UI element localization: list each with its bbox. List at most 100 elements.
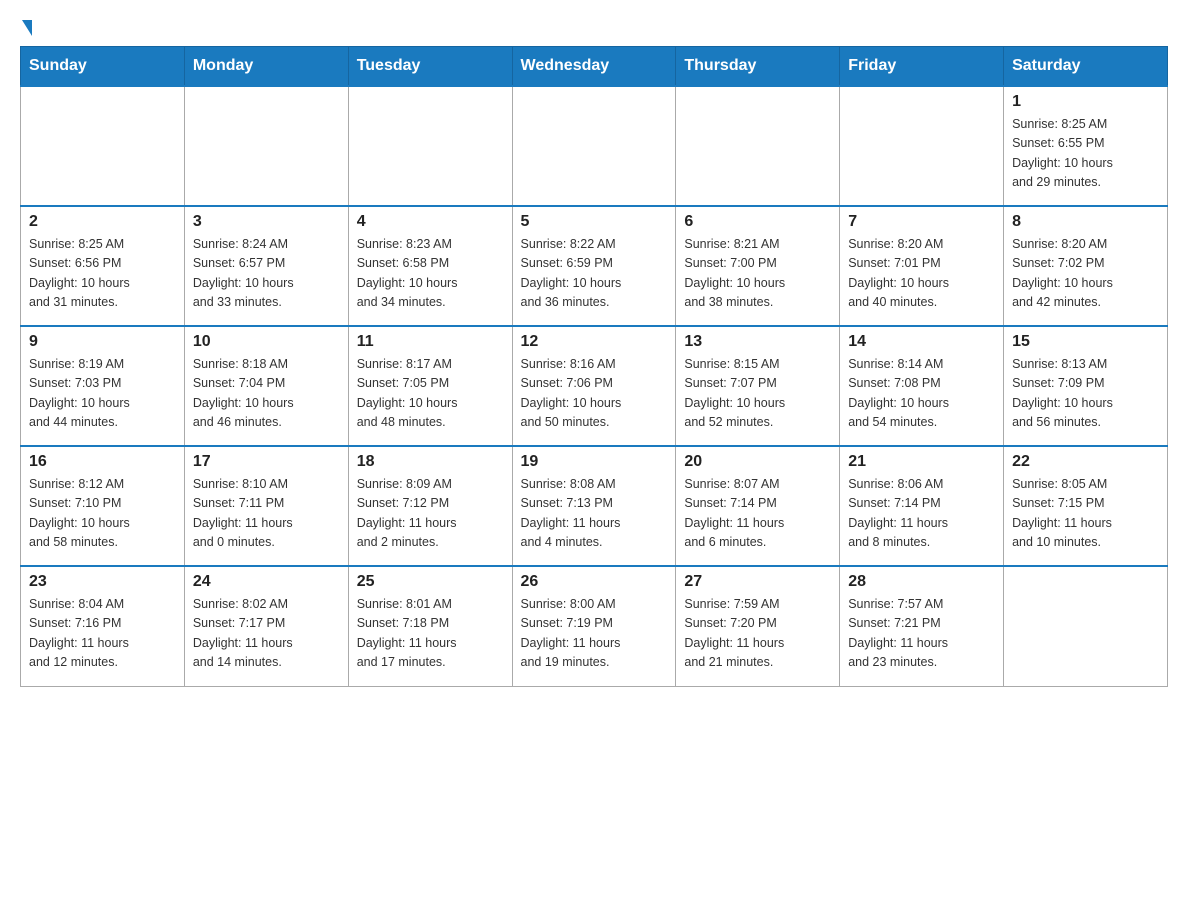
day-cell-13: 13 Sunrise: 8:15 AMSunset: 7:07 PMDayligh… [676, 326, 840, 446]
day-cell-9: 9 Sunrise: 8:19 AMSunset: 7:03 PMDaylight… [21, 326, 185, 446]
day-info: Sunrise: 8:20 AMSunset: 7:02 PMDaylight:… [1012, 235, 1159, 313]
day-cell-12: 12 Sunrise: 8:16 AMSunset: 7:06 PMDayligh… [512, 326, 676, 446]
empty-cell [21, 86, 185, 206]
day-number: 11 [357, 333, 504, 351]
day-info: Sunrise: 8:04 AMSunset: 7:16 PMDaylight:… [29, 595, 176, 673]
day-cell-18: 18 Sunrise: 8:09 AMSunset: 7:12 PMDayligh… [348, 446, 512, 566]
day-number: 8 [1012, 213, 1159, 231]
empty-cell [348, 86, 512, 206]
day-number: 2 [29, 213, 176, 231]
week-row-4: 16 Sunrise: 8:12 AMSunset: 7:10 PMDayligh… [21, 446, 1168, 566]
day-number: 25 [357, 573, 504, 591]
week-row-1: 1 Sunrise: 8:25 AMSunset: 6:55 PMDaylight… [21, 86, 1168, 206]
day-cell-23: 23 Sunrise: 8:04 AMSunset: 7:16 PMDayligh… [21, 566, 185, 686]
column-header-sunday: Sunday [21, 47, 185, 87]
day-cell-14: 14 Sunrise: 8:14 AMSunset: 7:08 PMDayligh… [840, 326, 1004, 446]
day-number: 18 [357, 453, 504, 471]
day-number: 17 [193, 453, 340, 471]
calendar-header-row: SundayMondayTuesdayWednesdayThursdayFrid… [21, 47, 1168, 87]
day-cell-22: 22 Sunrise: 8:05 AMSunset: 7:15 PMDayligh… [1004, 446, 1168, 566]
week-row-5: 23 Sunrise: 8:04 AMSunset: 7:16 PMDayligh… [21, 566, 1168, 686]
day-cell-8: 8 Sunrise: 8:20 AMSunset: 7:02 PMDaylight… [1004, 206, 1168, 326]
day-cell-16: 16 Sunrise: 8:12 AMSunset: 7:10 PMDayligh… [21, 446, 185, 566]
day-info: Sunrise: 8:18 AMSunset: 7:04 PMDaylight:… [193, 355, 340, 433]
day-info: Sunrise: 8:12 AMSunset: 7:10 PMDaylight:… [29, 475, 176, 553]
day-info: Sunrise: 8:25 AMSunset: 6:56 PMDaylight:… [29, 235, 176, 313]
day-info: Sunrise: 7:57 AMSunset: 7:21 PMDaylight:… [848, 595, 995, 673]
column-header-wednesday: Wednesday [512, 47, 676, 87]
day-info: Sunrise: 8:23 AMSunset: 6:58 PMDaylight:… [357, 235, 504, 313]
day-info: Sunrise: 8:17 AMSunset: 7:05 PMDaylight:… [357, 355, 504, 433]
day-cell-21: 21 Sunrise: 8:06 AMSunset: 7:14 PMDayligh… [840, 446, 1004, 566]
day-cell-24: 24 Sunrise: 8:02 AMSunset: 7:17 PMDayligh… [184, 566, 348, 686]
empty-cell [1004, 566, 1168, 686]
day-cell-7: 7 Sunrise: 8:20 AMSunset: 7:01 PMDaylight… [840, 206, 1004, 326]
day-info: Sunrise: 8:20 AMSunset: 7:01 PMDaylight:… [848, 235, 995, 313]
day-info: Sunrise: 8:13 AMSunset: 7:09 PMDaylight:… [1012, 355, 1159, 433]
day-number: 13 [684, 333, 831, 351]
day-cell-25: 25 Sunrise: 8:01 AMSunset: 7:18 PMDayligh… [348, 566, 512, 686]
day-info: Sunrise: 8:24 AMSunset: 6:57 PMDaylight:… [193, 235, 340, 313]
day-info: Sunrise: 8:06 AMSunset: 7:14 PMDaylight:… [848, 475, 995, 553]
day-number: 16 [29, 453, 176, 471]
day-number: 10 [193, 333, 340, 351]
day-number: 6 [684, 213, 831, 231]
day-cell-6: 6Sunrise: 8:21 AMSunset: 7:00 PMDaylight… [676, 206, 840, 326]
empty-cell [512, 86, 676, 206]
column-header-tuesday: Tuesday [348, 47, 512, 87]
calendar-table: SundayMondayTuesdayWednesdayThursdayFrid… [20, 46, 1168, 687]
day-info: Sunrise: 8:14 AMSunset: 7:08 PMDaylight:… [848, 355, 995, 433]
column-header-friday: Friday [840, 47, 1004, 87]
day-number: 12 [521, 333, 668, 351]
day-number: 28 [848, 573, 995, 591]
day-number: 24 [193, 573, 340, 591]
day-info: Sunrise: 8:09 AMSunset: 7:12 PMDaylight:… [357, 475, 504, 553]
week-row-2: 2 Sunrise: 8:25 AMSunset: 6:56 PMDaylight… [21, 206, 1168, 326]
day-info: Sunrise: 8:01 AMSunset: 7:18 PMDaylight:… [357, 595, 504, 673]
day-number: 21 [848, 453, 995, 471]
empty-cell [840, 86, 1004, 206]
day-cell-4: 4Sunrise: 8:23 AMSunset: 6:58 PMDaylight… [348, 206, 512, 326]
day-cell-17: 17 Sunrise: 8:10 AMSunset: 7:11 PMDayligh… [184, 446, 348, 566]
day-info: Sunrise: 8:02 AMSunset: 7:17 PMDaylight:… [193, 595, 340, 673]
day-number: 1 [1012, 93, 1159, 111]
day-cell-19: 19 Sunrise: 8:08 AMSunset: 7:13 PMDayligh… [512, 446, 676, 566]
page-header [20, 20, 1168, 36]
day-cell-10: 10 Sunrise: 8:18 AMSunset: 7:04 PMDayligh… [184, 326, 348, 446]
day-cell-26: 26 Sunrise: 8:00 AMSunset: 7:19 PMDayligh… [512, 566, 676, 686]
day-number: 20 [684, 453, 831, 471]
day-cell-28: 28 Sunrise: 7:57 AMSunset: 7:21 PMDayligh… [840, 566, 1004, 686]
day-cell-3: 3Sunrise: 8:24 AMSunset: 6:57 PMDaylight… [184, 206, 348, 326]
day-info: Sunrise: 8:16 AMSunset: 7:06 PMDaylight:… [521, 355, 668, 433]
day-number: 22 [1012, 453, 1159, 471]
day-number: 27 [684, 573, 831, 591]
day-number: 14 [848, 333, 995, 351]
day-cell-20: 20 Sunrise: 8:07 AMSunset: 7:14 PMDayligh… [676, 446, 840, 566]
week-row-3: 9 Sunrise: 8:19 AMSunset: 7:03 PMDaylight… [21, 326, 1168, 446]
day-info: Sunrise: 8:07 AMSunset: 7:14 PMDaylight:… [684, 475, 831, 553]
empty-cell [676, 86, 840, 206]
day-number: 9 [29, 333, 176, 351]
day-cell-1: 1 Sunrise: 8:25 AMSunset: 6:55 PMDaylight… [1004, 86, 1168, 206]
day-info: Sunrise: 8:00 AMSunset: 7:19 PMDaylight:… [521, 595, 668, 673]
day-cell-15: 15Sunrise: 8:13 AMSunset: 7:09 PMDayligh… [1004, 326, 1168, 446]
day-info: Sunrise: 8:10 AMSunset: 7:11 PMDaylight:… [193, 475, 340, 553]
day-info: Sunrise: 8:25 AMSunset: 6:55 PMDaylight:… [1012, 115, 1159, 193]
day-cell-11: 11 Sunrise: 8:17 AMSunset: 7:05 PMDayligh… [348, 326, 512, 446]
day-info: Sunrise: 7:59 AMSunset: 7:20 PMDaylight:… [684, 595, 831, 673]
day-info: Sunrise: 8:19 AMSunset: 7:03 PMDaylight:… [29, 355, 176, 433]
column-header-saturday: Saturday [1004, 47, 1168, 87]
day-info: Sunrise: 8:08 AMSunset: 7:13 PMDaylight:… [521, 475, 668, 553]
day-number: 26 [521, 573, 668, 591]
day-info: Sunrise: 8:22 AMSunset: 6:59 PMDaylight:… [521, 235, 668, 313]
day-number: 19 [521, 453, 668, 471]
day-info: Sunrise: 8:15 AMSunset: 7:07 PMDaylight:… [684, 355, 831, 433]
logo [20, 20, 32, 36]
empty-cell [184, 86, 348, 206]
day-number: 7 [848, 213, 995, 231]
column-header-monday: Monday [184, 47, 348, 87]
day-cell-2: 2 Sunrise: 8:25 AMSunset: 6:56 PMDaylight… [21, 206, 185, 326]
column-header-thursday: Thursday [676, 47, 840, 87]
day-info: Sunrise: 8:05 AMSunset: 7:15 PMDaylight:… [1012, 475, 1159, 553]
day-number: 23 [29, 573, 176, 591]
